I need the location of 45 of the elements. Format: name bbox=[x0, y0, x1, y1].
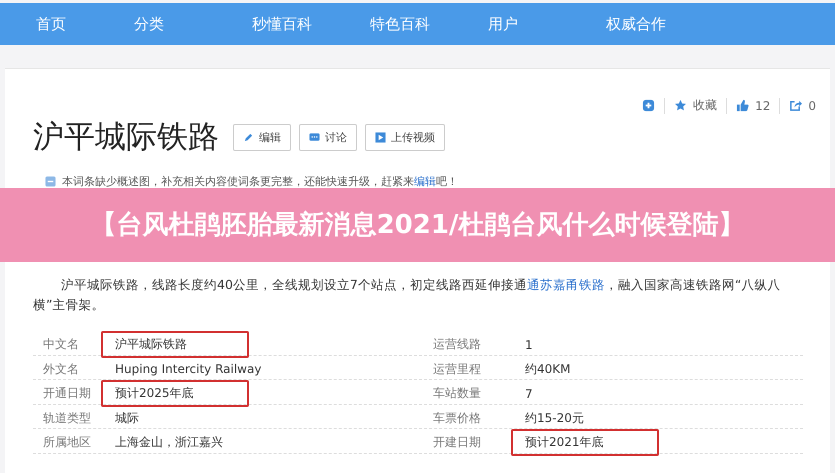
info-value: 约40KM bbox=[524, 360, 572, 378]
info-label: 所属地区 bbox=[43, 434, 92, 451]
info-label: 外文名 bbox=[43, 360, 80, 378]
star-icon[interactable] bbox=[674, 99, 688, 112]
info-value: 沪平城际铁路 bbox=[101, 331, 249, 358]
info-value: 城际 bbox=[114, 410, 140, 426]
edit-link[interactable]: 编辑 bbox=[414, 175, 436, 188]
headline: 【台风杜鹃胚胎最新消息2021/杜鹃台风什么时候登陆】 bbox=[90, 209, 744, 242]
page-title: 沪平城际铁路 bbox=[33, 118, 219, 157]
play-icon bbox=[375, 132, 386, 142]
info-value: 7 bbox=[524, 386, 534, 402]
info-label: 中文名 bbox=[43, 336, 80, 353]
info-label: 车站数量 bbox=[433, 385, 482, 402]
share-icon[interactable] bbox=[789, 99, 802, 112]
nav-link[interactable]: 特色百科 bbox=[370, 14, 488, 34]
nav-link[interactable]: 用户 bbox=[488, 14, 606, 34]
notice-text: 本词条缺少概述图，补充相关内容使词条更完整，还能快速升级，赶紧来编辑吧！ bbox=[62, 174, 458, 189]
info-value: 上海金山，浙江嘉兴 bbox=[114, 434, 224, 451]
thumbs-up-icon[interactable] bbox=[736, 99, 750, 112]
pencil-icon bbox=[243, 132, 254, 142]
title-button[interactable]: 编辑 bbox=[233, 124, 291, 150]
nav-link[interactable]: 秒懂百科 bbox=[252, 14, 370, 34]
railway-link[interactable]: 通苏嘉甬铁路 bbox=[526, 277, 605, 292]
share-count: 0 bbox=[808, 98, 816, 112]
info-label: 开建日期 bbox=[433, 434, 482, 451]
chat-icon bbox=[309, 132, 320, 142]
nav-link[interactable]: 首页 bbox=[36, 14, 134, 34]
info-value: 预计2025年底 bbox=[101, 380, 249, 407]
nav-link[interactable]: 权威合作 bbox=[606, 14, 724, 34]
add-icon[interactable] bbox=[642, 99, 656, 112]
info-label: 运营线路 bbox=[433, 336, 482, 353]
info-value: 约15-20元 bbox=[524, 410, 585, 426]
info-label: 运营里程 bbox=[433, 360, 482, 378]
info-value: Huping Intercity Railway bbox=[114, 361, 262, 378]
info-label: 车票价格 bbox=[433, 410, 482, 426]
info-value: 1 bbox=[524, 336, 534, 354]
info-label: 轨道类型 bbox=[43, 410, 92, 426]
favorite-label[interactable]: 收藏 bbox=[693, 97, 718, 114]
info-value: 预计2021年底 bbox=[511, 429, 659, 456]
paragraph: 沪平城际铁路，线路长度约40公里，全线规划设立7个站点，初定线路西延伸接通通苏嘉甬铁路，融入国家高速铁路网“八纵八横”主骨架。 bbox=[33, 276, 782, 314]
like-count: 12 bbox=[755, 98, 770, 112]
title-button[interactable]: 讨论 bbox=[299, 124, 357, 150]
nav-link[interactable]: 分类 bbox=[134, 14, 252, 34]
info-label: 开通日期 bbox=[43, 385, 92, 402]
title-button[interactable]: 上传视频 bbox=[365, 124, 445, 150]
